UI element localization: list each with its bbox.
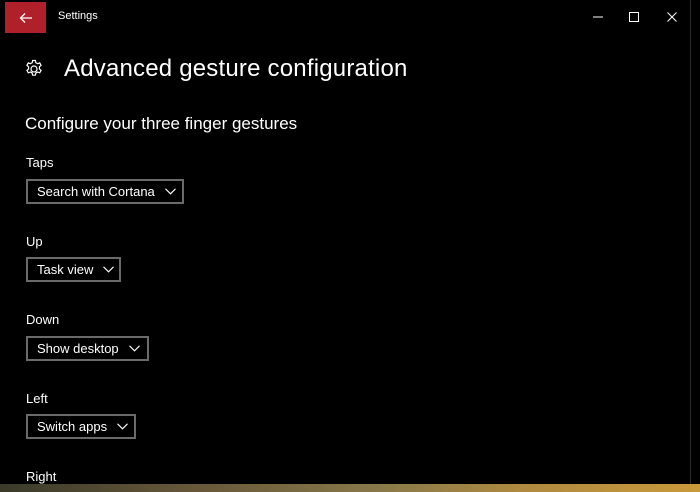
right-label: Right (26, 469, 57, 484)
chevron-down-icon (164, 188, 176, 195)
section-title: Configure your three finger gestures (25, 114, 298, 133)
taps-dropdown[interactable]: Search with Cortana (26, 179, 184, 204)
chevron-down-icon (128, 345, 140, 352)
maximize-icon (629, 11, 639, 22)
back-button[interactable] (5, 2, 46, 33)
minimize-icon (593, 16, 603, 17)
minimize-button[interactable] (580, 0, 616, 33)
page-title: Advanced gesture configuration (64, 55, 408, 82)
taps-dropdown-value: Search with Cortana (37, 184, 155, 199)
up-dropdown-value: Task view (37, 262, 94, 277)
settings-window: Settings Advanced gesture configuration … (0, 0, 691, 488)
left-dropdown[interactable]: Switch apps (26, 414, 136, 439)
left-dropdown-value: Switch apps (37, 419, 108, 434)
close-button[interactable] (654, 0, 690, 33)
page-header: Advanced gesture configuration (24, 55, 408, 83)
down-label: Down (26, 312, 60, 327)
gear-icon (26, 59, 42, 76)
down-dropdown-value: Show desktop (37, 341, 119, 356)
chevron-down-icon (117, 423, 128, 430)
taps-label: Taps (26, 155, 54, 170)
up-label: Up (26, 234, 43, 249)
down-dropdown[interactable]: Show desktop (26, 336, 149, 361)
title-bar: Settings (0, 0, 690, 33)
maximize-button[interactable] (616, 0, 652, 33)
close-icon (667, 11, 677, 22)
arrow-left-icon (19, 12, 32, 23)
window-title: Settings (58, 10, 98, 22)
left-label: Left (26, 391, 48, 406)
up-dropdown[interactable]: Task view (26, 257, 121, 282)
chevron-down-icon (103, 266, 115, 273)
desktop-background-strip (0, 484, 700, 492)
